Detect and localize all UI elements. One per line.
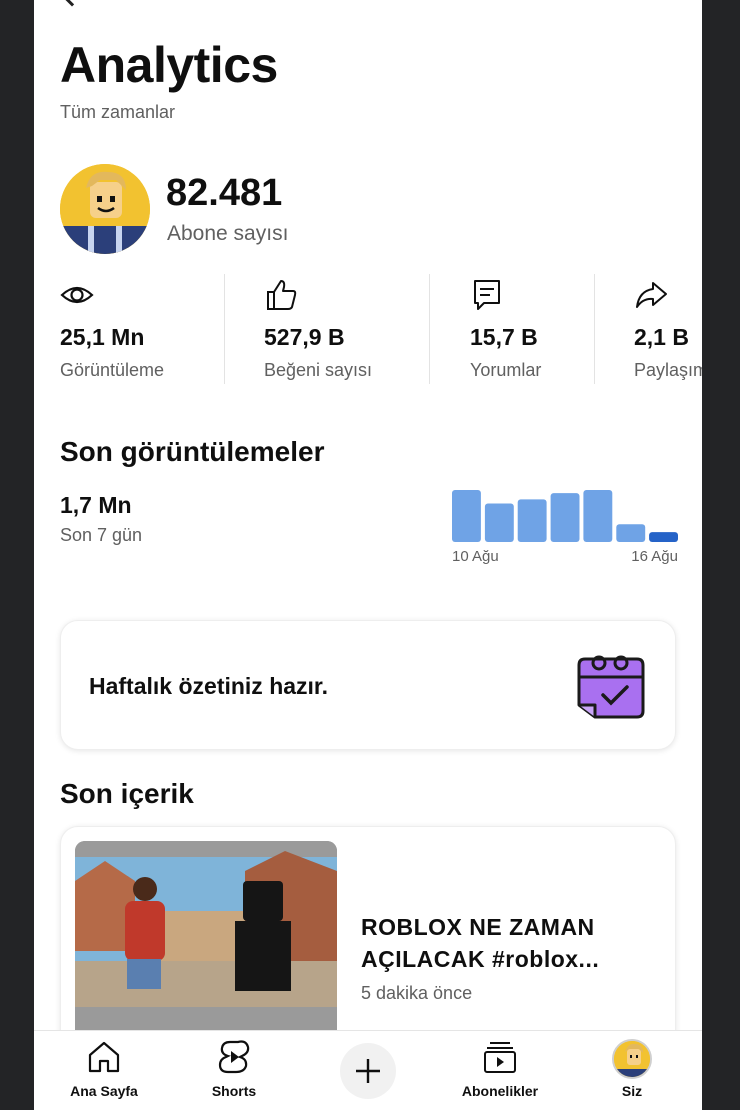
stat-value: 25,1 Mn <box>60 324 145 350</box>
stat-value: 527,9 B <box>264 324 345 350</box>
nav-home[interactable]: Ana Sayfa <box>44 1031 164 1110</box>
nav-shorts-label: Shorts <box>211 1083 257 1099</box>
x-start-label: 10 Ağu <box>452 548 499 565</box>
nav-you[interactable]: Siz <box>572 1031 692 1110</box>
video-published-time: 5 dakika önce <box>361 983 473 1003</box>
left-backdrop <box>0 0 34 1110</box>
nav-subscriptions[interactable]: Abonelikler <box>440 1031 560 1110</box>
home-icon <box>88 1041 120 1073</box>
stat-label: Görüntüleme <box>60 360 165 380</box>
chart-bar <box>452 490 481 542</box>
right-backdrop <box>702 0 740 1110</box>
shorts-icon <box>218 1040 250 1074</box>
chart-bar <box>649 532 678 542</box>
comment-icon <box>474 280 500 310</box>
divider <box>224 274 225 384</box>
chart-bar <box>517 499 547 542</box>
channel-avatar[interactable] <box>60 164 150 254</box>
recent-views-value: 1,7 Mn <box>60 492 132 518</box>
stats-row: 25,1 Mn Görüntüleme 527,9 B Beğeni sayıs… <box>34 274 702 384</box>
nav-you-label: Siz <box>621 1083 643 1099</box>
recent-content-heading: Son içerik <box>60 778 194 809</box>
chart-bar <box>616 524 646 542</box>
thumbs-up-icon <box>267 280 297 310</box>
stat-label: Paylaşım <box>634 360 702 380</box>
stat-value: 15,7 B <box>470 324 538 350</box>
calendar-check-icon <box>577 655 645 719</box>
subscriber-count: 82.481 <box>166 172 283 214</box>
x-end-label: 16 Ağu <box>631 548 678 565</box>
page-title: Analytics <box>60 37 278 93</box>
profile-avatar <box>612 1039 652 1079</box>
recent-views-chart[interactable]: 10 Ağu 16 Ağu <box>452 486 678 566</box>
nav-subscriptions-label: Abonelikler <box>461 1083 539 1099</box>
analytics-screen: Analytics Tüm zamanlar 82.481 Abone sayı… <box>34 0 702 1110</box>
back-arrow-icon[interactable] <box>63 0 81 7</box>
video-title[interactable]: ROBLOX NE ZAMAN AÇILACAK #roblox... <box>361 911 661 975</box>
stat-value: 2,1 B <box>634 324 689 350</box>
subscriptions-icon <box>484 1042 516 1073</box>
plus-icon <box>356 1059 380 1083</box>
weekly-summary-text: Haftalık özetiniz hazır. <box>89 673 328 699</box>
subscriber-label: Abone sayısı <box>167 222 289 245</box>
share-icon <box>636 282 667 308</box>
recent-video-card[interactable]: ROBLOX NE ZAMAN AÇILACAK #roblox... 5 da… <box>60 826 676 1056</box>
weekly-summary-card[interactable]: Haftalık özetiniz hazır. <box>60 620 676 750</box>
chart-bar <box>583 490 613 542</box>
nav-home-label: Ana Sayfa <box>70 1083 138 1099</box>
time-range-label[interactable]: Tüm zamanlar <box>60 102 175 123</box>
create-button[interactable] <box>340 1043 396 1099</box>
recent-views-period: Son 7 gün <box>60 525 143 545</box>
recent-views-heading: Son görüntülemeler <box>60 436 325 467</box>
stat-label: Beğeni sayısı <box>264 360 373 380</box>
video-thumbnail[interactable] <box>75 841 337 1041</box>
chart-bar <box>550 493 580 542</box>
nav-shorts[interactable]: Shorts <box>174 1031 294 1110</box>
divider <box>594 274 595 384</box>
divider <box>429 274 430 384</box>
stat-label: Yorumlar <box>470 360 542 380</box>
bottom-navigation: Ana Sayfa Shorts Abonelikler Siz <box>34 1030 702 1110</box>
eye-icon <box>60 286 94 304</box>
chart-bar <box>484 503 514 542</box>
